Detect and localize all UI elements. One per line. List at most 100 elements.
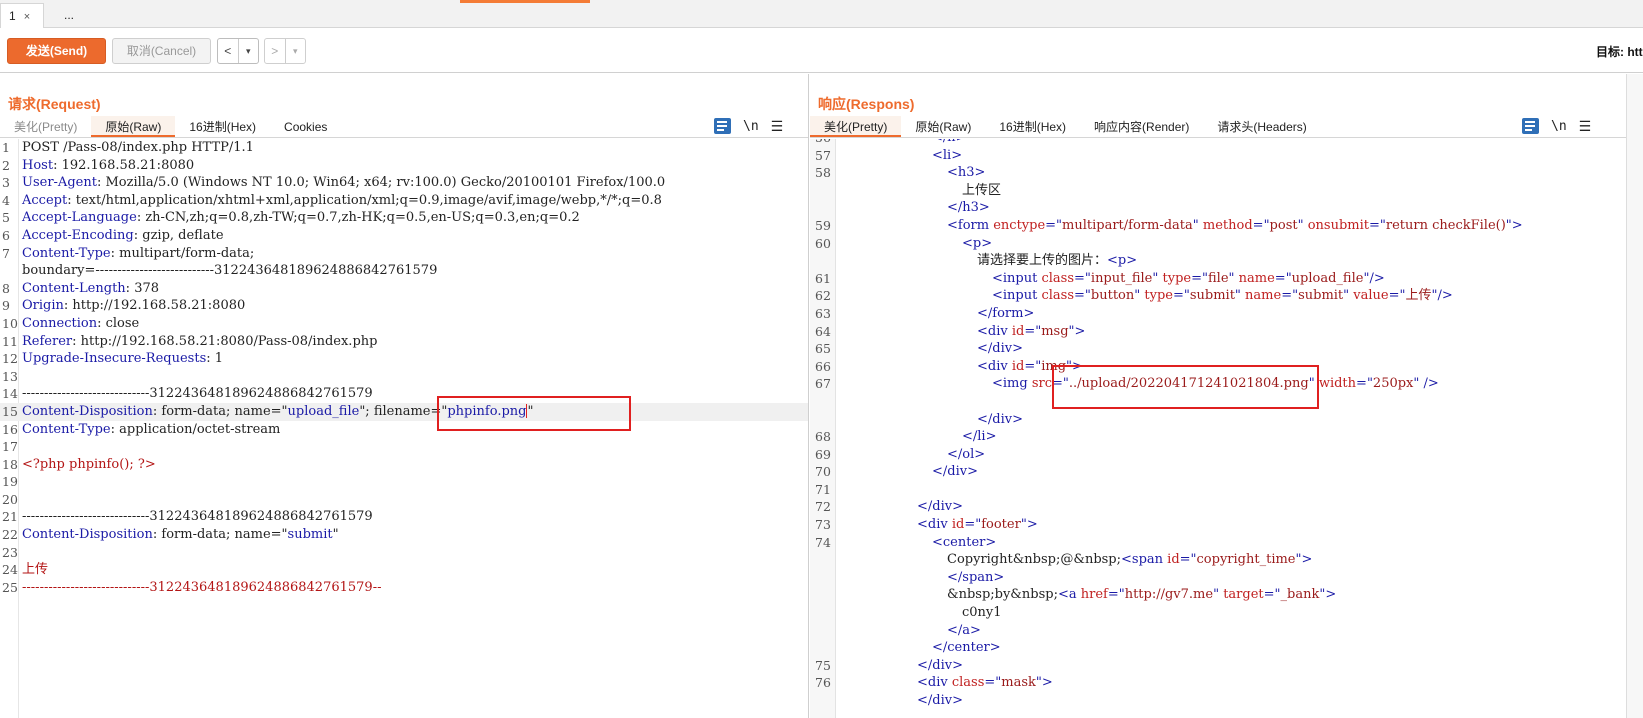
line-number: 13 — [2, 368, 18, 384]
cancel-button[interactable]: 取消(Cancel) — [112, 38, 211, 64]
html-tag: </form> — [977, 305, 1035, 321]
request-editor[interactable]: 1 POST /Pass-08/index.php HTTP/1.1 2 Host: … — [0, 139, 808, 718]
html-tag: <center> — [932, 534, 997, 550]
request-line: boundary=---------------------------3122… — [0, 262, 808, 280]
right-side-strip — [1626, 74, 1643, 718]
tab-1[interactable]: 1 × — [0, 3, 44, 28]
attr-value: file — [1207, 270, 1229, 286]
response-line-text: </div> — [932, 463, 978, 481]
response-line: 72 </div> — [810, 498, 1626, 516]
back-arrow-icon[interactable]: < — [218, 39, 238, 63]
wrap-lines-icon[interactable] — [1522, 118, 1539, 134]
tab-request-raw[interactable]: 原始(Raw) — [91, 116, 176, 137]
code-token: =" — [1388, 288, 1406, 304]
line-number: 72 — [815, 499, 831, 515]
tab-response-pretty[interactable]: 美化(Pretty) — [810, 116, 902, 137]
attr-name: type — [1144, 288, 1173, 304]
response-line: 62 <input class="button" type="submit" na… — [810, 287, 1626, 305]
response-line: 74 <center> — [810, 534, 1626, 552]
response-subtabs: 美化(Pretty) 原始(Raw) 16进制(Hex) 响应内容(Render… — [810, 116, 1626, 138]
response-line: 63 </form> — [810, 305, 1626, 323]
tab-request-cookies[interactable]: Cookies — [270, 116, 341, 137]
request-line: 10 Connection: close — [0, 315, 808, 333]
request-line: 23 — [0, 544, 808, 562]
header-name: Connection — [22, 315, 98, 331]
header-value: zh-CN,zh;q=0.8,zh-TW;q=0.7,zh-HK;q=0.5,e… — [145, 210, 580, 226]
repeater-window: 1 × ... 发送(Send) 取消(Cancel) < ▾ > ▾ 目标: htt… — [0, 0, 1643, 718]
tab-more[interactable]: ... — [56, 3, 92, 28]
code-token: : — [133, 227, 143, 243]
html-tag: <h3> — [947, 165, 986, 181]
line-number: 63 — [815, 305, 831, 321]
tab-response-raw[interactable]: 原始(Raw) — [901, 116, 985, 137]
header-value: text/html,application/xhtml+xml,applicat… — [75, 192, 662, 208]
target-label[interactable]: 目标: htt — [1596, 43, 1643, 60]
attr-name: id — [1011, 323, 1025, 339]
request-line-text: Host: 192.168.58.21:8080 — [22, 157, 194, 175]
html-tag: <form — [947, 217, 994, 233]
header-value: "; filename=" — [359, 403, 448, 419]
html-tag: <p> — [962, 235, 993, 251]
request-line: 22 Content-Disposition: form-data; name="… — [0, 526, 808, 544]
header-value: form-data; name=" — [161, 527, 288, 543]
html-tag: </center> — [932, 640, 1001, 656]
forward-button-group: > ▾ — [264, 38, 306, 64]
response-line: 60 <p> — [810, 235, 1626, 253]
response-line: 76 <div class="mask"> — [810, 674, 1626, 692]
response-line: 61 <input class="input_file" type="file" … — [810, 270, 1626, 288]
response-editor[interactable]: 56 </li> 57 <li> 58 <h3>上传区 </h3> 59 <form encty… — [810, 139, 1626, 718]
response-line: 56 </li> — [810, 139, 1626, 147]
response-line-text: </div> — [917, 657, 963, 675]
menu-icon[interactable]: ☰ — [1579, 118, 1592, 135]
request-line-text: POST /Pass-08/index.php HTTP/1.1 — [22, 139, 254, 157]
forward-dropdown-icon[interactable]: ▾ — [284, 39, 306, 63]
response-line-text: <div id="footer"> — [917, 516, 1038, 534]
html-tag: > — [1026, 517, 1038, 533]
response-line-text: 上传区 — [962, 182, 1001, 200]
newline-toggle-icon[interactable]: \n — [1551, 119, 1567, 134]
header-value: " — [332, 527, 339, 543]
wrap-lines-icon[interactable] — [714, 118, 731, 134]
html-tag: <div — [977, 323, 1012, 339]
forward-arrow-icon[interactable]: > — [265, 39, 285, 63]
newline-toggle-icon[interactable]: \n — [743, 119, 759, 134]
response-line-text: </div> — [977, 340, 1023, 358]
html-tag: </div> — [977, 411, 1023, 427]
tab-request-hex[interactable]: 16进制(Hex) — [175, 116, 270, 137]
code-token: =" — [1179, 552, 1197, 568]
header-name: Content-Length — [22, 280, 126, 296]
raw-text: -----------------------------31224364818… — [22, 509, 373, 525]
tab-response-render[interactable]: 响应内容(Render) — [1080, 116, 1203, 137]
code-token: : — [110, 421, 120, 437]
request-line-text: boundary=---------------------------3122… — [22, 262, 437, 280]
filename-highlight-box — [437, 396, 631, 431]
tab-request-pretty[interactable]: 美化(Pretty) — [0, 116, 91, 137]
response-line-text: Copyright&nbsp;@&nbsp;<span id="copyrigh… — [947, 551, 1312, 569]
response-line-text: </ol> — [947, 446, 985, 464]
request-line-text: <?php phpinfo(); ?> — [22, 456, 156, 474]
close-icon[interactable]: × — [24, 11, 30, 23]
header-value: Mozilla/5.0 (Windows NT 10.0; Win64; x64… — [105, 175, 666, 191]
response-line-text: </li> — [962, 428, 996, 446]
menu-icon[interactable]: ☰ — [771, 118, 784, 135]
header-name: Content-Disposition — [22, 403, 153, 419]
response-line: </h3> — [810, 199, 1626, 217]
code-token: =" — [1274, 270, 1292, 286]
send-button[interactable]: 发送(Send) — [7, 38, 106, 64]
line-number: 57 — [815, 147, 831, 163]
request-line: 13 — [0, 368, 808, 386]
line-number: 20 — [2, 491, 18, 507]
back-dropdown-icon[interactable]: ▾ — [237, 39, 259, 63]
tab-response-hex[interactable]: 16进制(Hex) — [985, 116, 1080, 137]
line-number: 74 — [815, 534, 831, 550]
line-number: 11 — [2, 333, 18, 349]
request-line-text: 上传 — [22, 561, 48, 579]
line-number: 3 — [2, 175, 10, 191]
code-token: : — [125, 280, 135, 296]
response-line-text: </h3> — [947, 199, 990, 217]
tab-response-headers[interactable]: 请求头(Headers) — [1203, 116, 1320, 137]
attr-value: 250px — [1372, 376, 1414, 392]
response-line-text: <input class="button" type="submit" name… — [992, 287, 1453, 305]
html-tag: > — [1041, 675, 1053, 691]
header-name: Origin — [22, 298, 64, 314]
